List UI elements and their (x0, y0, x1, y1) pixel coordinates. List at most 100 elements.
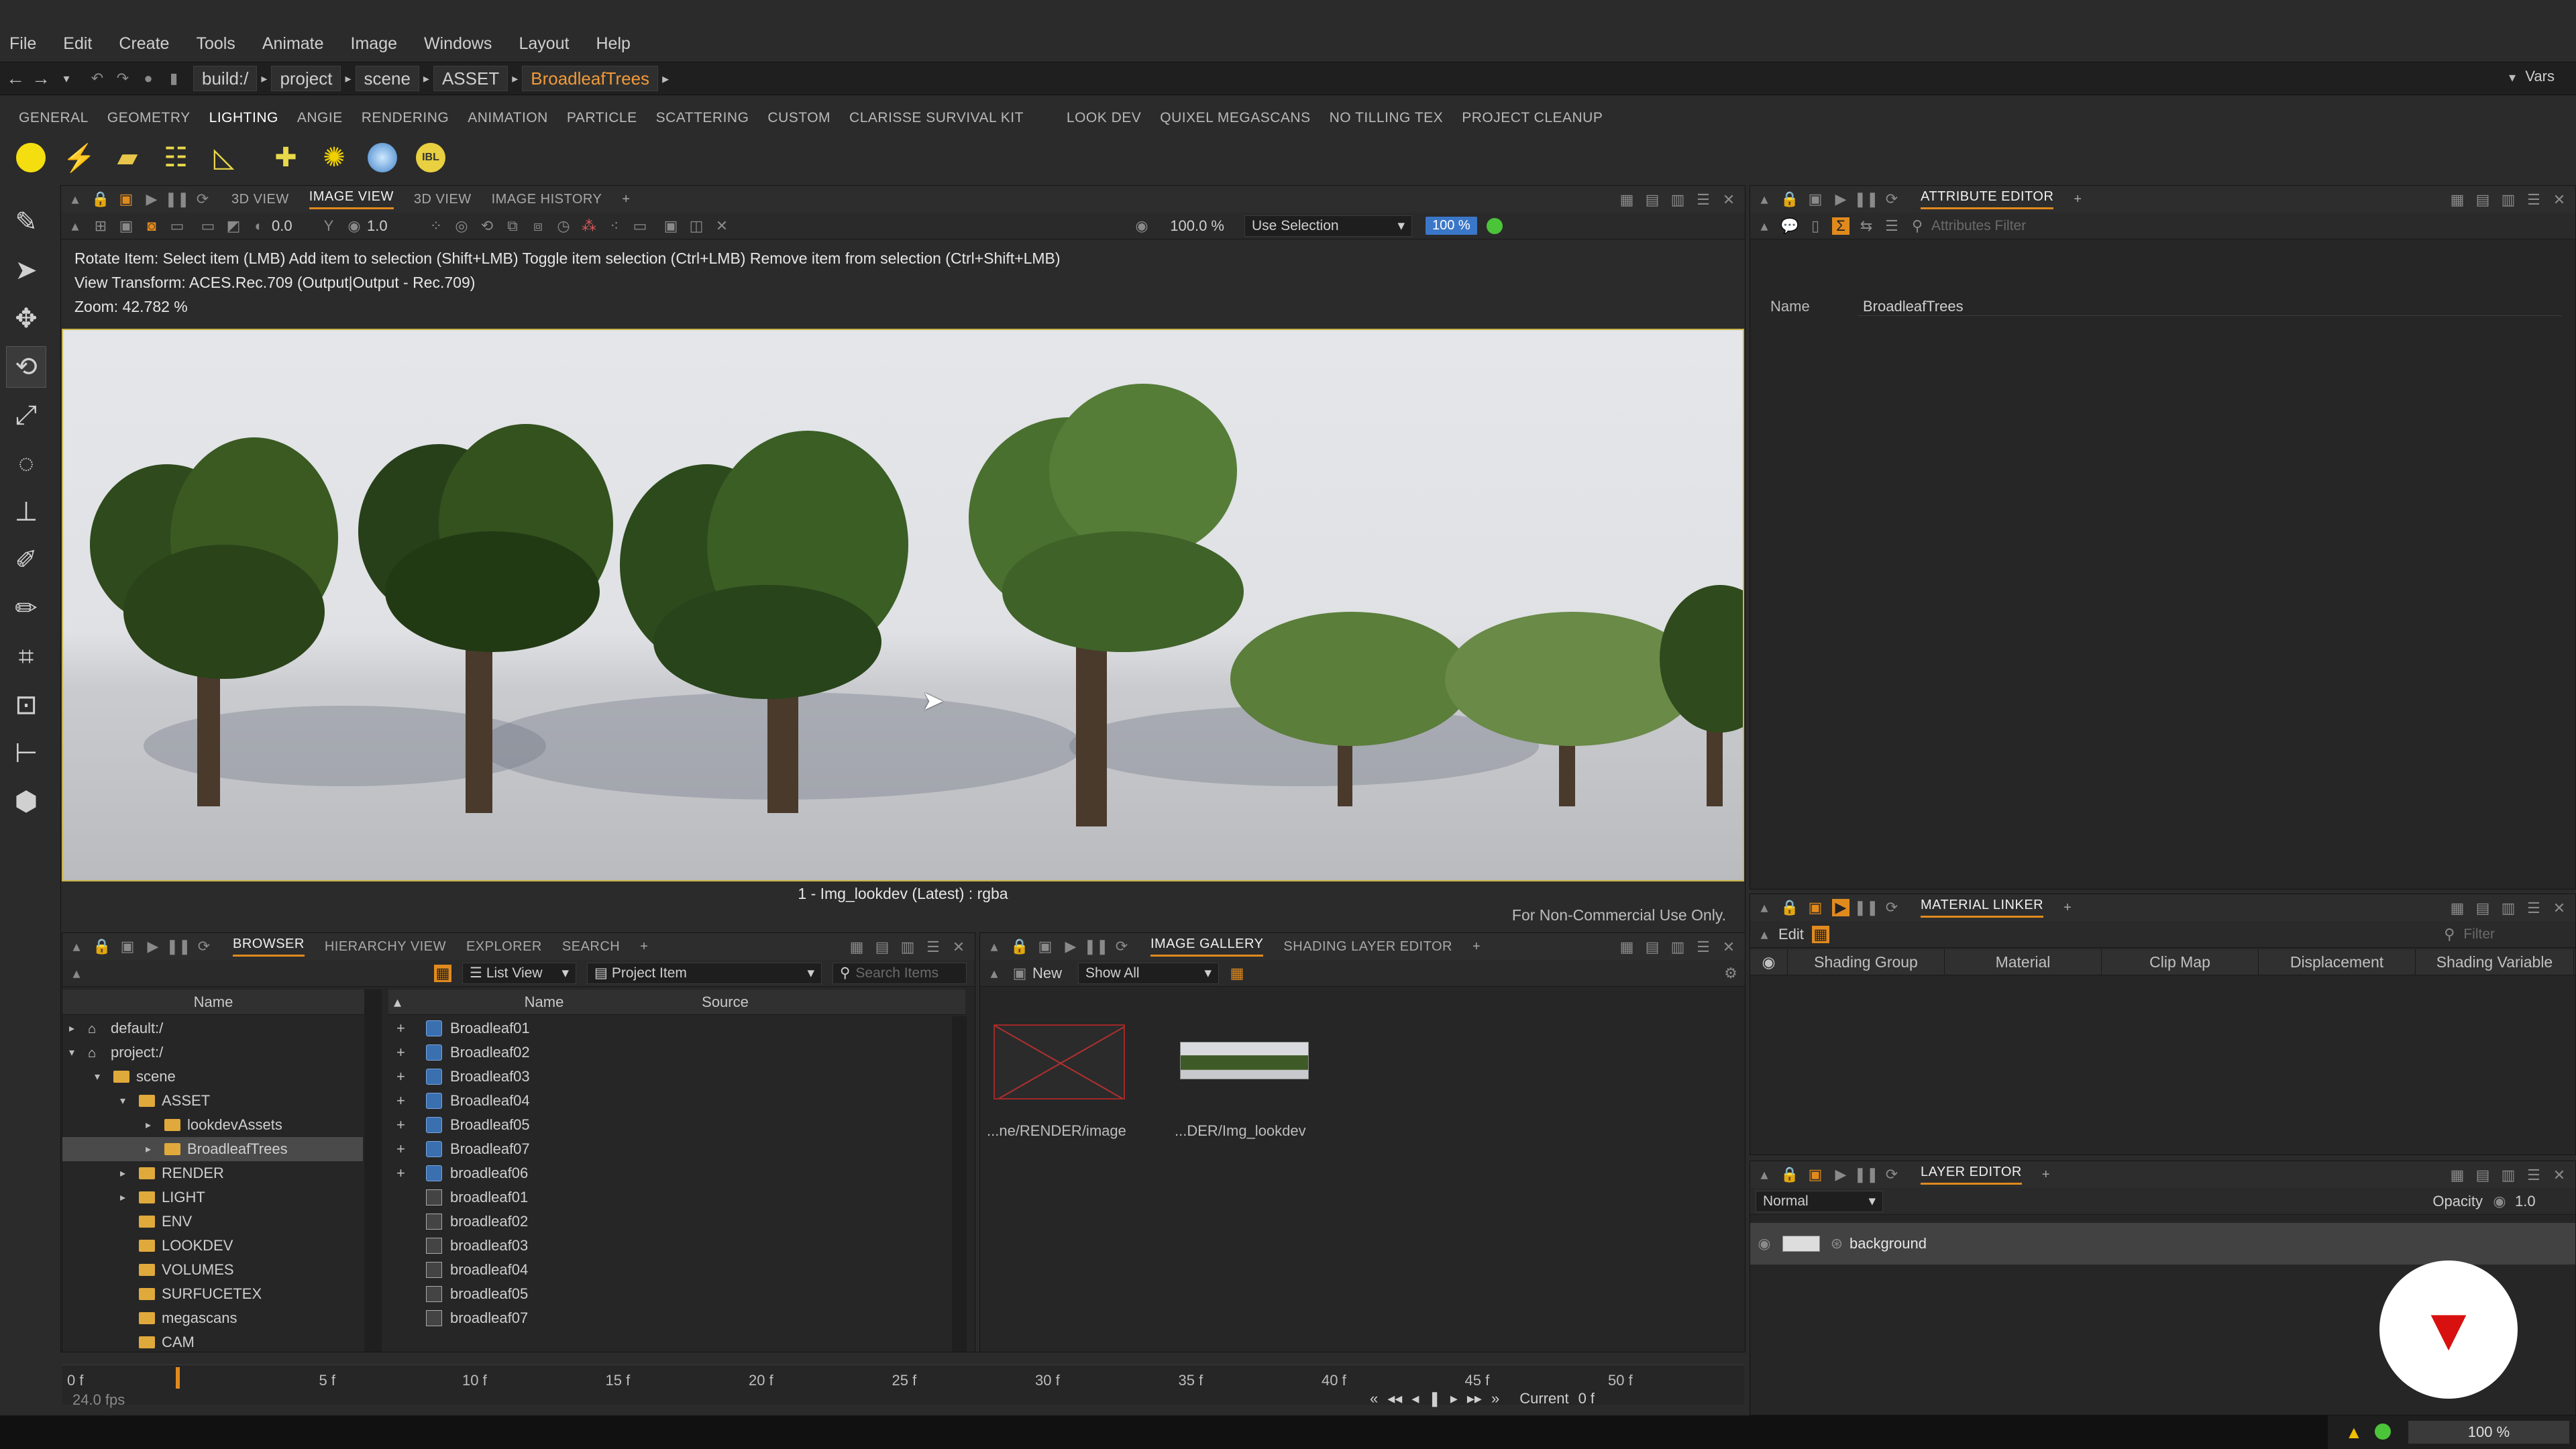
pause-icon[interactable]: ❚❚ (1854, 1166, 1879, 1183)
log-line[interactable] (0, 1415, 2328, 1449)
column-name[interactable]: Name (410, 994, 678, 1011)
snapshot-icon[interactable]: ▣ (119, 938, 136, 955)
close-icon[interactable]: ✕ (2550, 1167, 2569, 1183)
warning-icon[interactable]: ▲ (2345, 1422, 2363, 1443)
split-v-icon[interactable]: ▥ (2499, 900, 2518, 916)
list-item[interactable]: broadleaf07 (388, 1306, 952, 1330)
stop-icon[interactable]: ● (140, 70, 157, 87)
tools-icon[interactable]: ✕ (713, 217, 731, 235)
chevron-down-icon[interactable]: ▾ (69, 1046, 88, 1059)
gamma-field[interactable]: 1.0 (367, 217, 407, 235)
history-icon[interactable]: ⟲ (478, 217, 496, 235)
chevron-right-icon[interactable]: ▸ (69, 1022, 88, 1035)
close-icon[interactable]: ✕ (2550, 900, 2569, 916)
timeline-ruler[interactable]: 0 f 5 f 10 f 15 f 20 f 25 f 30 f 35 f 40 f 45 f 50… (62, 1364, 1744, 1389)
show-all-dropdown[interactable]: Show All ▾ (1078, 962, 1220, 984)
split-h-icon[interactable]: ▤ (1643, 191, 1662, 208)
current-frame-field[interactable]: 0 f (1578, 1390, 1595, 1407)
layer-name[interactable]: background (1849, 1235, 1927, 1252)
shelf-tab[interactable]: SCATTERING (656, 110, 749, 126)
tree-node[interactable]: LOOKDEV (62, 1234, 363, 1258)
refresh-icon[interactable]: ⟳ (195, 938, 213, 955)
channel-icon[interactable]: ▭ (168, 217, 186, 235)
tab-image-history[interactable]: IMAGE HISTORY (492, 192, 602, 207)
tree-node[interactable]: ▸ BroadleafTrees (62, 1137, 363, 1161)
tree-node[interactable]: ▾ scene (62, 1065, 363, 1089)
lock-icon[interactable]: 🔒 (93, 938, 111, 955)
snapshot-icon[interactable]: ▣ (117, 191, 135, 208)
frame-icon[interactable]: ▣ (117, 217, 135, 235)
region-icon[interactable]: ⧉ (504, 217, 521, 235)
tree-node[interactable]: ▾ ⌂ project:/ (62, 1040, 363, 1065)
prev-frame-icon[interactable]: ◂ (1411, 1390, 1419, 1407)
timeline[interactable]: 0 f 5 f 10 f 15 f 20 f 25 f 30 f 35 f 40 f 45 f 50… (62, 1364, 1744, 1408)
column-source[interactable]: Source (678, 994, 772, 1011)
search-icon[interactable]: ⚲ (1909, 217, 1926, 235)
snapshot-icon[interactable]: ▣ (1807, 191, 1824, 208)
vars-dropdown-icon[interactable]: ▾ (2509, 69, 2516, 86)
expand-plus-icon[interactable]: + (396, 1116, 413, 1134)
shelf-tab[interactable]: CUSTOM (767, 110, 830, 126)
opacity-field[interactable]: 1.0 (2515, 1193, 2548, 1210)
shelf-tab[interactable]: NO TILLING TEX (1330, 110, 1444, 126)
pause-icon[interactable]: ❚❚ (1084, 938, 1109, 955)
add-tab-button[interactable]: + (1472, 939, 1481, 955)
bookmark-icon[interactable]: ▯ (1807, 217, 1824, 235)
point-light-icon[interactable] (13, 140, 48, 175)
layer-row[interactable]: ◉ ⊛ background (1750, 1223, 2575, 1265)
scale-icon[interactable]: ⤢ (6, 394, 46, 436)
menu-tools[interactable]: Tools (196, 34, 235, 54)
menu-create[interactable]: Create (119, 34, 169, 54)
expand-plus-icon[interactable]: + (396, 1165, 413, 1182)
pause-icon[interactable]: ❚❚ (1854, 899, 1879, 916)
screen-icon[interactable]: ▭ (631, 217, 649, 235)
selection-dropdown[interactable]: Use Selection ▾ (1244, 215, 1412, 237)
eyedropper-icon[interactable]: ✎ (6, 201, 46, 243)
expand-plus-icon[interactable]: + (396, 1020, 413, 1037)
pin-icon[interactable]: ▴ (985, 938, 1003, 955)
list-item[interactable]: + broadleaf06 (388, 1161, 952, 1185)
pause-icon[interactable]: ❚❚ (166, 938, 191, 955)
column-shading-group[interactable]: Shading Group (1788, 949, 1945, 975)
tree-scrollbar[interactable] (364, 989, 382, 1352)
pin-icon[interactable]: ▴ (1756, 899, 1773, 916)
measure-icon[interactable]: ⊢ (6, 733, 46, 774)
sky-light-icon[interactable] (365, 140, 400, 175)
tree-node[interactable]: megascans (62, 1306, 363, 1330)
split-v-icon[interactable]: ▥ (898, 938, 917, 955)
tab-attribute-editor[interactable]: ATTRIBUTE EDITOR (1921, 189, 2054, 209)
light-array-icon[interactable]: ☷ (158, 140, 193, 175)
sigma-icon[interactable]: Σ (1832, 217, 1849, 235)
browser-mode-icon[interactable]: ▦ (434, 964, 451, 982)
list-item[interactable]: broadleaf03 (388, 1234, 952, 1258)
list-item[interactable]: + Broadleaf03 (388, 1065, 952, 1089)
menu-layout[interactable]: Layout (519, 34, 569, 54)
tree-node[interactable]: ▸ lookdevAssets (62, 1113, 363, 1137)
color-picker-icon[interactable]: ⁂ (580, 217, 598, 235)
split-h-icon[interactable]: ▤ (2473, 900, 2492, 916)
expand-icon[interactable]: ▴ (1756, 217, 1773, 235)
gamma-eye-icon[interactable]: ◉ (345, 217, 363, 235)
breadcrumb-item[interactable]: scene (355, 66, 419, 91)
tree-node[interactable]: ▸ RENDER (62, 1161, 363, 1185)
expand-icon[interactable]: ▴ (66, 217, 84, 235)
lock-icon[interactable]: 🔒 (1780, 1166, 1799, 1183)
focus-icon[interactable]: ⊡ (6, 684, 46, 726)
chevron-down-icon[interactable]: ▾ (95, 1070, 113, 1083)
list-item[interactable]: broadleaf05 (388, 1282, 952, 1306)
tree-node[interactable]: ENV (62, 1210, 363, 1234)
pin-icon[interactable]: ▴ (1756, 1166, 1773, 1183)
menu-animate[interactable]: Animate (262, 34, 324, 54)
menu-icon[interactable]: ☰ (924, 938, 943, 955)
tab-material-linker[interactable]: MATERIAL LINKER (1921, 898, 2044, 918)
list-item[interactable]: broadleaf04 (388, 1258, 952, 1282)
next-key-icon[interactable]: ▸▸ (1467, 1390, 1482, 1407)
list-item[interactable]: + Broadleaf01 (388, 1016, 952, 1040)
tree-node[interactable]: ▾ ASSET (62, 1089, 363, 1113)
shelf-tab[interactable]: PROJECT CLEANUP (1462, 110, 1603, 126)
refresh-icon[interactable]: ⟳ (194, 191, 211, 208)
back-arrow-icon[interactable]: ← (6, 68, 25, 89)
tree-node[interactable]: ▸ LIGHT (62, 1185, 363, 1210)
grid-layout-icon[interactable]: ▦ (1617, 191, 1636, 208)
sun-light-icon[interactable]: ✺ (317, 140, 352, 175)
